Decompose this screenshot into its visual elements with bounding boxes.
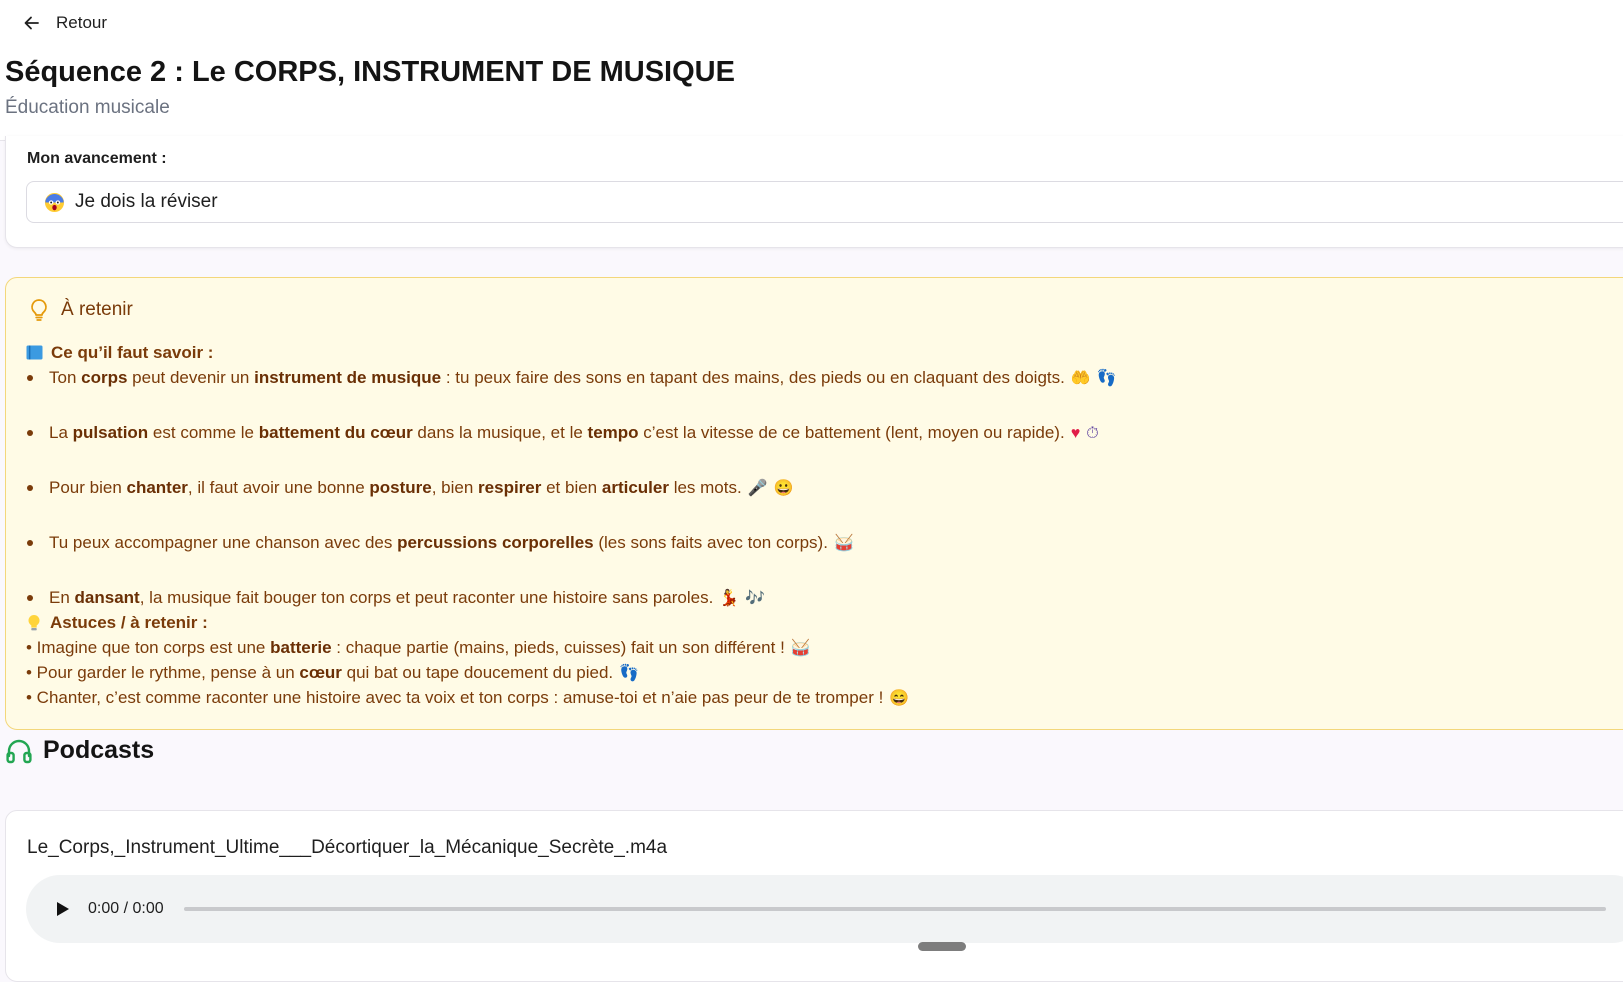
scroll-handle[interactable] — [918, 942, 966, 951]
music-notes-emoji-icon: 🎶 — [745, 589, 766, 607]
arrow-left-icon — [24, 16, 39, 30]
progress-label: Mon avancement : — [27, 150, 167, 167]
progress-select[interactable]: Je dois la réviser — [26, 181, 1623, 223]
drum-emoji-icon: 🥁 — [790, 639, 811, 657]
footprints-emoji-icon: 👣 — [619, 664, 640, 682]
podcasts-title: Podcasts — [43, 736, 155, 764]
seek-bar[interactable] — [183, 907, 1606, 911]
back-button[interactable]: Retour — [22, 8, 107, 38]
stopwatch-emoji-icon: ⏱ — [1086, 424, 1099, 442]
blue-book-icon — [26, 345, 43, 360]
back-label: Retour — [56, 13, 108, 32]
list-item: La pulsation est comme le battement du c… — [26, 420, 1606, 445]
face-screaming-emoji-icon — [44, 192, 65, 212]
audio-player: 0:00 / 0:00 — [26, 875, 1623, 943]
section-savoir-heading: Ce qu’il faut savoir : — [26, 340, 1606, 365]
page-subtitle: Éducation musicale — [5, 97, 170, 118]
list-item: Tu peux accompagner une chanson avec des… — [26, 530, 1606, 555]
progress-card: Mon avancement : Je dois la réviser — [5, 136, 1623, 248]
section-astuces-heading: Astuces / à retenir : — [26, 610, 1606, 635]
tip-line: • Chanter, c’est comme raconter une hist… — [26, 688, 910, 707]
retenir-card: À retenir Ce qu’il faut savoir : Ton cor… — [5, 277, 1623, 730]
section-astuces-title: Astuces / à retenir : — [50, 613, 208, 632]
lightbulb-emoji-icon — [28, 614, 40, 630]
savoir-list: Ton corps peut devenir un instrument de … — [26, 365, 1606, 610]
retenir-body: Ce qu’il faut savoir : Ton corps peut de… — [26, 340, 1606, 710]
podcast-filename: Le_Corps,_Instrument_Ultime___Décortique… — [27, 837, 668, 858]
tip-line: • Imagine que ton corps est une batterie… — [26, 638, 811, 657]
page-title: Séquence 2 : Le CORPS, INSTRUMENT DE MUS… — [5, 56, 735, 88]
headphones-icon — [6, 739, 32, 763]
top-bar: Retour Séquence 2 : Le CORPS, INSTRUMENT… — [0, 0, 1623, 141]
podcast-card: Le_Corps,_Instrument_Ultime___Décortique… — [5, 810, 1623, 982]
list-item: En dansant, la musique fait bouger ton c… — [26, 585, 1606, 610]
heart-emoji-icon: ♥ — [1070, 424, 1081, 442]
lightbulb-icon — [31, 299, 47, 321]
dancer-emoji-icon: 💃 — [719, 589, 740, 607]
retenir-header: À retenir — [28, 298, 133, 322]
microphone-emoji-icon: 🎤 — [747, 479, 768, 497]
list-item: Pour bien chanter, il faut avoir une bon… — [26, 475, 1606, 500]
grinning-face-emoji-icon: 😀 — [773, 479, 794, 497]
tip-line: • Pour garder le rythme, pense à un cœur… — [26, 663, 640, 682]
footprints-emoji-icon: 👣 — [1096, 369, 1117, 387]
drum-emoji-icon: 🥁 — [833, 534, 854, 552]
progress-value: Je dois la réviser — [75, 191, 218, 212]
retenir-title: À retenir — [61, 299, 133, 320]
list-item: Ton corps peut devenir un instrument de … — [26, 365, 1606, 390]
play-icon[interactable] — [52, 899, 72, 919]
section-savoir-title: Ce qu’il faut savoir : — [51, 343, 214, 362]
laughing-face-emoji-icon: 😄 — [889, 689, 910, 707]
hands-emoji-icon: 🤲 — [1070, 369, 1091, 387]
audio-time: 0:00 / 0:00 — [88, 900, 164, 917]
podcasts-heading: Podcasts — [5, 736, 154, 765]
